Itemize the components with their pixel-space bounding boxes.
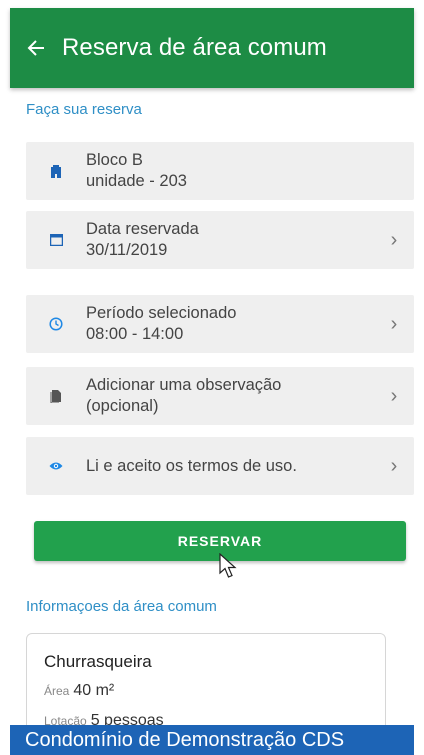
area-size-row: Área 40 m²: [44, 682, 114, 700]
date-card[interactable]: Data reservada 30/11/2019 ›: [26, 211, 414, 269]
area-size-label: Área: [44, 684, 70, 698]
page-title: Reserva de área comum: [62, 34, 327, 61]
terms-card[interactable]: Li e aceito os termos de uso. ›: [26, 437, 414, 495]
unit-number: unidade - 203: [86, 172, 187, 190]
area-name: Churrasqueira: [44, 652, 152, 671]
condo-footer-banner: Condomínio de Demonstração CDS: [10, 725, 414, 755]
top-margin: [0, 0, 424, 8]
section-title-info: Informaçoes da área comum: [26, 598, 217, 615]
eye-icon: [26, 461, 86, 471]
section-title-reservation: Faça sua reserva: [26, 101, 142, 118]
period-card[interactable]: Período selecionado 08:00 - 14:00 ›: [26, 295, 414, 353]
unit-block: Bloco B: [86, 151, 143, 169]
period-label: Período selecionado: [86, 304, 237, 322]
app-bar: Reserva de área comum: [10, 8, 414, 88]
chevron-right-icon: ›: [390, 454, 398, 477]
date-label: Data reservada: [86, 220, 199, 238]
mouse-cursor-icon: [219, 553, 237, 578]
back-button[interactable]: [10, 8, 62, 88]
chevron-right-icon: ›: [390, 312, 398, 335]
calendar-icon: [26, 234, 86, 246]
note-card[interactable]: Adicionar uma observação (opcional) ›: [26, 367, 414, 425]
note-label: Adicionar uma observação: [86, 376, 282, 394]
chevron-right-icon: ›: [390, 228, 398, 251]
chevron-right-icon: ›: [390, 384, 398, 407]
building-icon: [26, 164, 86, 178]
unit-card: Bloco B unidade - 203: [26, 142, 414, 200]
arrow-left-icon: [27, 40, 44, 56]
date-value: 30/11/2019: [86, 241, 168, 259]
period-value: 08:00 - 14:00: [86, 325, 184, 343]
document-icon: [26, 389, 86, 403]
note-optional: (opcional): [86, 397, 159, 415]
clock-icon: [26, 317, 86, 331]
area-size-value: 40 m²: [73, 682, 115, 699]
terms-label: Li e aceito os termos de uso.: [86, 456, 297, 475]
